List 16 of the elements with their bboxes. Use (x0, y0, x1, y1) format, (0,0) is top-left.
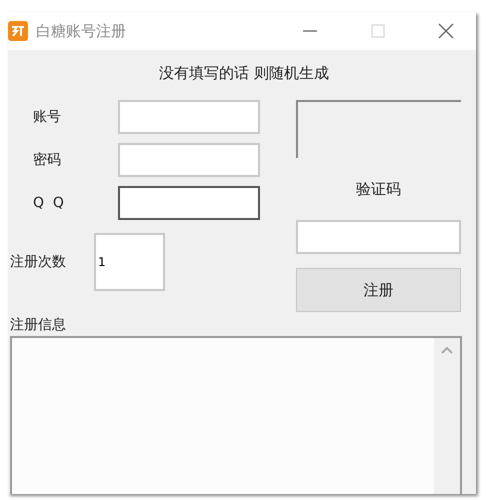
scrollbar[interactable] (434, 338, 460, 494)
close-button[interactable] (438, 23, 454, 39)
hint-text: 没有填写的话 则随机生成 (158, 63, 330, 80)
info-textarea[interactable] (10, 336, 462, 494)
register-button[interactable]: 注册 (296, 268, 461, 312)
count-label: 注册次数 (10, 253, 67, 271)
field-label: 密码 (32, 151, 62, 169)
field-label: 账号 (32, 108, 62, 126)
info-label: 注册信息 (10, 316, 66, 334)
count-field[interactable]: 1 (94, 233, 165, 291)
field-label: Q Q (32, 195, 65, 211)
input-field[interactable] (118, 186, 260, 220)
captcha-label: 验证码 (356, 180, 401, 198)
captcha-field[interactable] (296, 220, 461, 254)
scroll-up-icon[interactable] (441, 346, 453, 354)
window-title: 白糖账号注册 (36, 22, 126, 40)
